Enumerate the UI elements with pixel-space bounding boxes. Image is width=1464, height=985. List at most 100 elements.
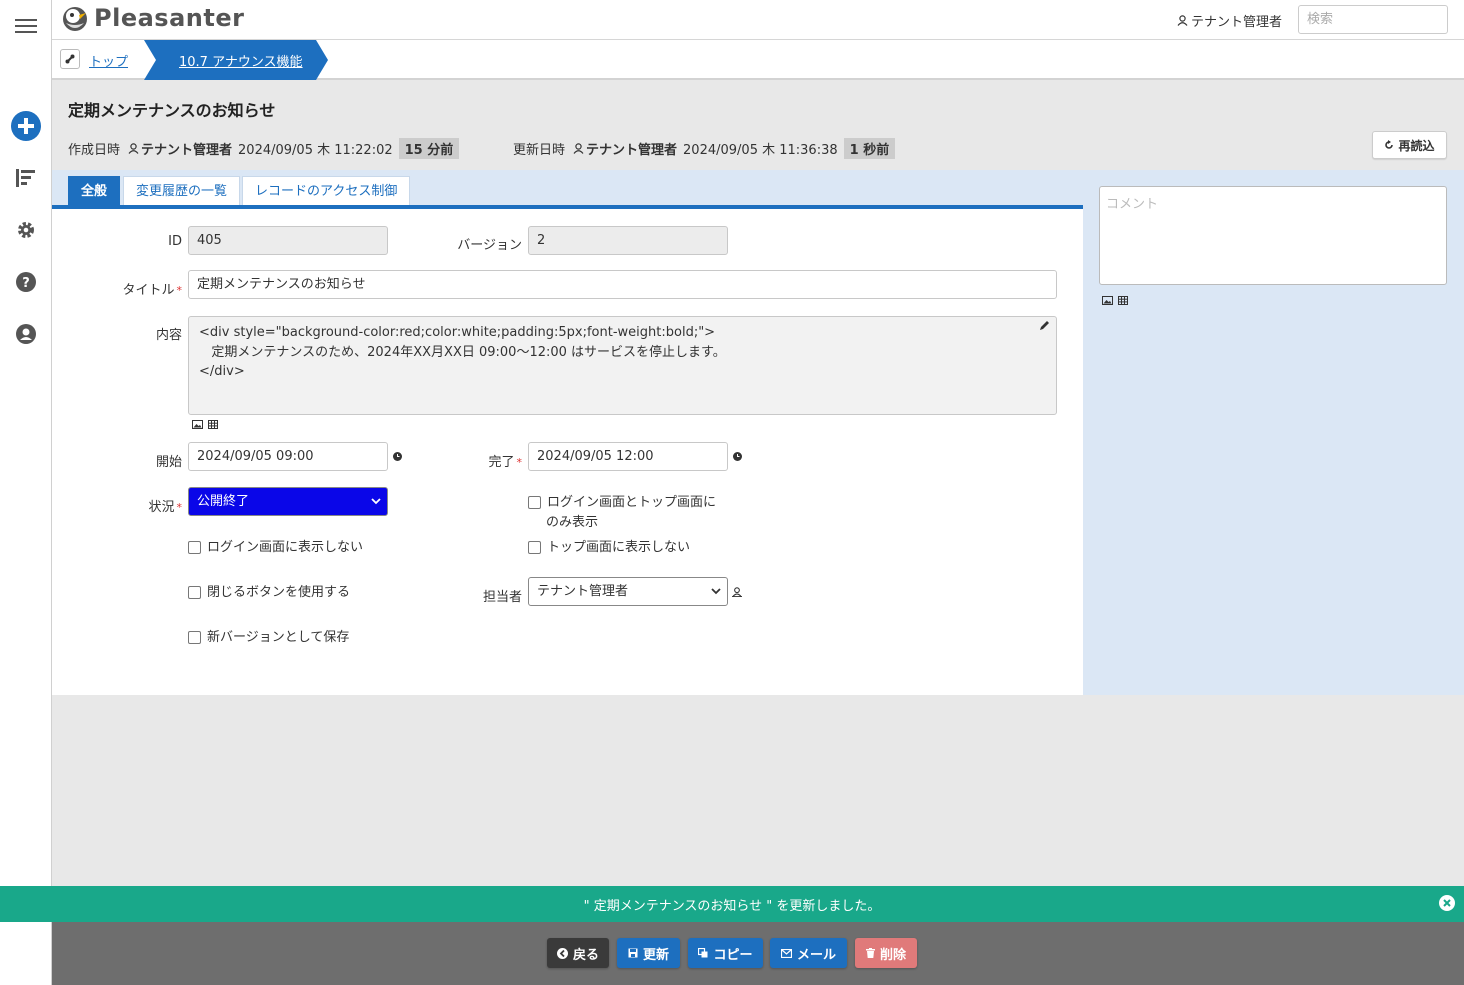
end-label: 完了 * (488, 455, 522, 470)
updated-by-name: テナント管理者 (586, 142, 678, 158)
logo[interactable]: Pleasanter (60, 3, 244, 33)
hide-login-checkbox[interactable]: ログイン画面に表示しない (188, 538, 363, 558)
tab-general[interactable]: 全般 (68, 176, 121, 205)
body-line: <div style="background-color:red;color:w… (199, 325, 716, 340)
reload-label: 再読込 (1398, 138, 1435, 153)
copy-button[interactable]: コピー (688, 938, 763, 968)
updated-at: 2024/09/05 木 11:36:38 (683, 142, 838, 158)
delete-button[interactable]: 削除 (855, 938, 917, 968)
user-icon (573, 142, 584, 154)
use-close-button-checkbox[interactable]: 閉じるボタンを使用する (188, 583, 350, 603)
body-label: 内容 (155, 328, 182, 343)
mail-icon (780, 948, 792, 958)
updated-label: 更新日時 (513, 142, 566, 158)
comment-attach-icons (1102, 296, 1129, 305)
update-notice-message: " 定期メンテナンスのお知らせ " を更新しました。 (583, 898, 881, 914)
action-footer: 戻る 更新 コピー メール 削除 (52, 922, 1464, 985)
end-datetime-input[interactable]: 2024/09/05 12:00 (528, 442, 728, 471)
tab-access-control[interactable]: レコードのアクセス制御 (242, 176, 411, 205)
left-rail: ? (0, 0, 52, 985)
body-textarea[interactable]: <div style="background-color:red;color:w… (188, 316, 1057, 415)
clock-icon[interactable] (733, 452, 742, 461)
image-icon[interactable] (192, 420, 203, 429)
title-label: タイトル * (122, 283, 182, 298)
mail-label: メール (796, 947, 836, 963)
refresh-icon (1385, 140, 1394, 149)
use-close-button-label: 閉じるボタンを使用する (207, 585, 351, 600)
comment-panel (1083, 170, 1464, 695)
created-ago-badge: 15 分前 (398, 137, 460, 159)
hide-top-checkbox[interactable]: トップ画面に表示しない (528, 538, 690, 558)
hide-login-label: ログイン画面に表示しない (207, 540, 364, 555)
id-label: ID (168, 234, 182, 249)
assignee-select[interactable]: テナント管理者 (528, 577, 728, 606)
logo-text: Pleasanter (94, 4, 245, 32)
back-button[interactable]: 戻る (547, 938, 609, 968)
assignee-selected-value: テナント管理者 (537, 584, 629, 599)
id-field: 405 (188, 226, 388, 255)
current-user-name: テナント管理者 (1190, 15, 1282, 30)
updated-info: 更新日時 テナント管理者 2024/09/05 木 11:36:38 1 秒前 (513, 137, 896, 159)
update-notice: " 定期メンテナンスのお知らせ " を更新しました。 (0, 886, 1464, 922)
search-input[interactable] (1298, 5, 1448, 34)
breadcrumb: トップ 10.7 アナウンス機能 (52, 40, 1464, 80)
tab-history[interactable]: 変更履歴の一覧 (123, 176, 241, 205)
created-info: 作成日時 テナント管理者 2024/09/05 木 11:22:02 15 分前 (68, 137, 460, 159)
status-label: 状況 * (148, 500, 182, 515)
table-icon[interactable] (1118, 296, 1129, 305)
status-select[interactable]: 公開終了 (188, 487, 388, 516)
svg-text:?: ? (22, 276, 30, 291)
mail-button[interactable]: メール (770, 938, 847, 968)
app-header: Pleasanter テナント管理者 (52, 0, 1464, 40)
chevron-down-icon (371, 498, 381, 505)
assignee-label: 担当者 (482, 590, 522, 605)
save-new-version-label: 新バージョンとして保存 (207, 630, 350, 645)
update-label: 更新 (642, 947, 669, 963)
title-input[interactable]: 定期メンテナンスのお知らせ (188, 270, 1057, 299)
edit-pencil-icon[interactable] (1039, 320, 1050, 331)
save-icon (628, 948, 638, 958)
hamburger-menu-icon[interactable] (10, 10, 42, 42)
tab-strip: 全般 変更履歴の一覧 レコードのアクセス制御 (52, 170, 1083, 209)
login-top-only-label-1: ログイン画面とトップ画面に (547, 495, 717, 510)
status-selected-value: 公開終了 (197, 494, 250, 509)
gear-icon[interactable] (10, 214, 42, 246)
page-title: 定期メンテナンスのお知らせ (68, 101, 276, 120)
user-icon (1177, 15, 1188, 26)
link-icon[interactable] (60, 49, 80, 69)
chevron-down-icon (711, 588, 721, 595)
close-icon[interactable] (1439, 895, 1455, 911)
comment-textarea[interactable] (1099, 186, 1447, 285)
body-line: 定期メンテナンスのため、2024年XX月XX日 09:00～12:00 はサービ… (199, 344, 726, 360)
reload-button[interactable]: 再読込 (1372, 131, 1447, 159)
help-icon[interactable]: ? (10, 266, 42, 298)
body-line: </div> (199, 364, 245, 379)
breadcrumb-item-top[interactable]: トップ (89, 51, 128, 70)
clock-icon[interactable] (393, 452, 402, 461)
pleasanter-bird-icon (63, 7, 87, 31)
account-icon[interactable] (10, 318, 42, 350)
user-select-icon[interactable] (732, 587, 742, 597)
version-label: バージョン (457, 238, 522, 253)
back-arrow-icon (556, 947, 568, 959)
user-icon (128, 142, 139, 154)
start-datetime-input[interactable]: 2024/09/05 09:00 (188, 442, 388, 471)
sort-list-icon[interactable] (10, 162, 42, 194)
updated-by[interactable]: テナント管理者 (573, 139, 677, 158)
created-by-name: テナント管理者 (141, 142, 233, 158)
table-icon[interactable] (208, 420, 219, 429)
created-by[interactable]: テナント管理者 (128, 139, 232, 158)
current-user[interactable]: テナント管理者 (1177, 11, 1282, 30)
save-new-version-checkbox[interactable]: 新バージョンとして保存 (188, 628, 349, 648)
body-attach-icons (192, 420, 219, 429)
add-new-icon[interactable] (10, 110, 42, 142)
hide-top-label: トップ画面に表示しない (547, 540, 691, 555)
login-top-only-checkbox[interactable]: ログイン画面とトップ画面に のみ表示 (528, 493, 716, 533)
delete-label: 削除 (879, 947, 906, 963)
update-button[interactable]: 更新 (617, 938, 680, 968)
login-top-only-label-2: のみ表示 (546, 515, 599, 530)
created-at: 2024/09/05 木 11:22:02 (238, 142, 393, 158)
back-label: 戻る (572, 947, 599, 963)
image-icon[interactable] (1102, 296, 1113, 305)
breadcrumb-item-current[interactable]: 10.7 アナウンス機能 (144, 40, 328, 80)
